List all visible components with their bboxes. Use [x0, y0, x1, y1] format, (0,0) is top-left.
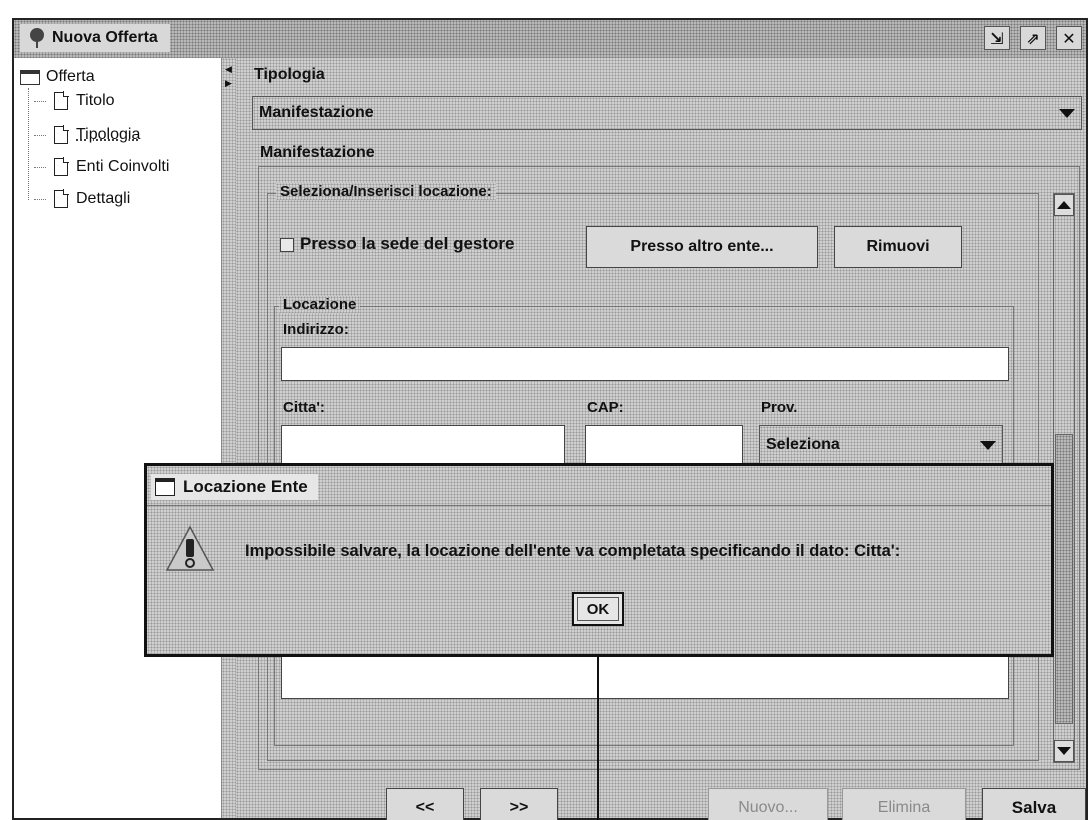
- scroll-down-icon[interactable]: [1054, 740, 1074, 762]
- prov-label: Prov.: [761, 399, 798, 416]
- close-icon[interactable]: ✕: [1056, 26, 1082, 50]
- tipologia-label: Tipologia: [254, 66, 325, 83]
- tree-item-label: Enti Coinvolti: [76, 158, 170, 175]
- tree-connector: [28, 88, 29, 200]
- offerta-tree: Offerta Titolo Tipologia Enti Coinvolti …: [14, 58, 222, 818]
- nuovo-button[interactable]: Nuovo...: [708, 788, 828, 820]
- tipologia-select-value: Manifestazione: [259, 104, 374, 121]
- restore-icon[interactable]: ⇲: [984, 26, 1010, 50]
- indirizzo-label: Indirizzo:: [283, 321, 349, 338]
- previous-button[interactable]: <<: [386, 788, 464, 820]
- locazione-title: Locazione: [279, 296, 361, 313]
- salva-button[interactable]: Salva: [982, 788, 1086, 820]
- pin-icon: [30, 28, 44, 48]
- dialog-title-area: Locazione Ente: [151, 474, 318, 500]
- tree-item-label: Titolo: [76, 92, 115, 109]
- document-icon: [54, 91, 69, 110]
- tree-root-offerta[interactable]: Offerta: [20, 68, 95, 86]
- chevron-down-icon: [980, 441, 996, 450]
- citta-label: Citta':: [283, 399, 325, 416]
- nuova-offerta-window: Nuova Offerta ⇲ ⇗ ✕ Offerta Titolo Tipol…: [12, 18, 1088, 820]
- prov-select-value: Seleziona: [766, 436, 840, 453]
- presso-sede-checkbox[interactable]: [280, 238, 294, 252]
- window-titlebar[interactable]: Nuova Offerta ⇲ ⇗ ✕: [14, 20, 1086, 58]
- dialog-titlebar[interactable]: Locazione Ente: [147, 466, 1051, 506]
- prov-select[interactable]: Seleziona: [759, 425, 1003, 465]
- presso-altro-ente-button[interactable]: Presso altro ente...: [586, 226, 818, 268]
- window-title: Nuova Offerta: [52, 29, 158, 46]
- scroll-up-icon[interactable]: [1054, 194, 1074, 216]
- tree-item-tipologia[interactable]: Tipologia: [34, 125, 141, 144]
- main-panel: Tipologia Manifestazione Manifestazione …: [236, 58, 1086, 820]
- locazione-ente-dialog: Locazione Ente Impossibile salvare, la l…: [144, 463, 1054, 657]
- panel-scrollbar[interactable]: [1053, 193, 1075, 763]
- cursor-line: [597, 657, 599, 820]
- expand-right-icon[interactable]: ▶: [225, 80, 232, 89]
- tipologia-select[interactable]: Manifestazione: [252, 96, 1082, 130]
- tree-item-dettagli[interactable]: Dettagli: [34, 189, 131, 208]
- citta-input[interactable]: [281, 425, 565, 465]
- ok-button[interactable]: OK: [572, 592, 624, 626]
- scrollbar-thumb[interactable]: [1055, 434, 1073, 724]
- cap-input[interactable]: [585, 425, 743, 465]
- next-button[interactable]: >>: [480, 788, 558, 820]
- section-title: Manifestazione: [260, 144, 375, 161]
- tree-item-titolo[interactable]: Titolo: [34, 91, 115, 110]
- dialog-title: Locazione Ente: [183, 477, 308, 496]
- warning-icon: [165, 525, 215, 571]
- document-icon: [54, 125, 69, 144]
- tree-item-enti-coinvolti[interactable]: Enti Coinvolti: [34, 157, 170, 176]
- tree-root-label: Offerta: [46, 68, 95, 85]
- maximize-icon[interactable]: ⇗: [1020, 26, 1046, 50]
- window-title-area: Nuova Offerta: [20, 24, 170, 52]
- split-divider[interactable]: ◀ ▶: [222, 58, 236, 818]
- tree-item-label: Tipologia: [76, 126, 141, 143]
- location-group-title: Seleziona/Inserisci locazione:: [276, 183, 496, 200]
- cap-label: CAP:: [587, 399, 624, 416]
- elimina-button[interactable]: Elimina: [842, 788, 966, 820]
- document-icon: [54, 157, 69, 176]
- rimuovi-button[interactable]: Rimuovi: [834, 226, 962, 268]
- collapse-left-icon[interactable]: ◀: [225, 66, 232, 75]
- tree-item-label: Dettagli: [76, 190, 131, 207]
- presso-sede-label: Presso la sede del gestore: [300, 234, 515, 253]
- document-icon: [54, 189, 69, 208]
- chevron-down-icon: [1059, 109, 1075, 118]
- folder-icon: [20, 69, 40, 85]
- dialog-message: Impossibile salvare, la locazione dell'e…: [245, 542, 901, 560]
- window-icon: [155, 478, 175, 496]
- indirizzo-input[interactable]: [281, 347, 1009, 381]
